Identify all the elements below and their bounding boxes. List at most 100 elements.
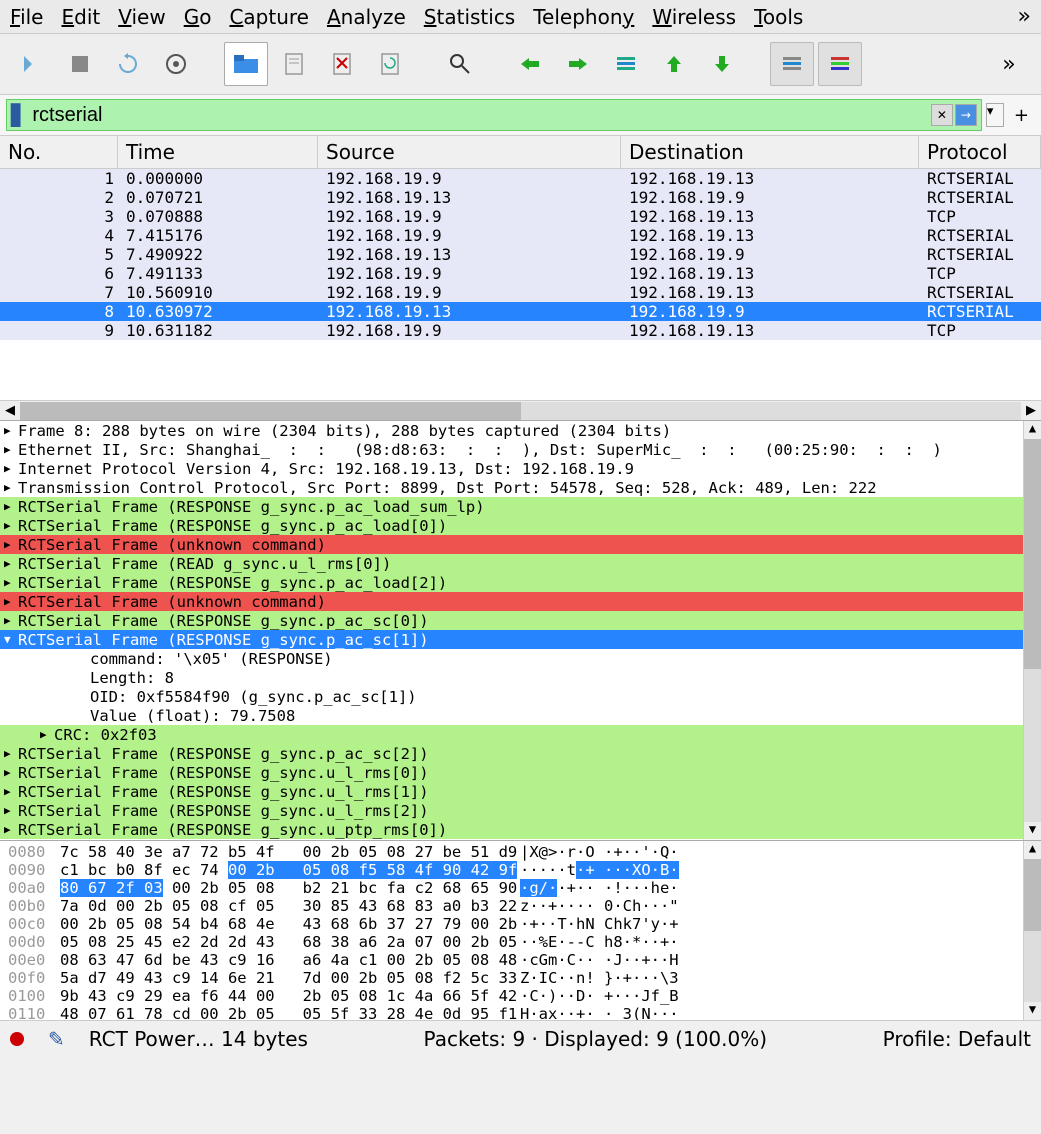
detail-row[interactable]: ▶RCTSerial Frame (RESPONSE g_sync.u_l_rm…	[0, 801, 1041, 820]
scroll-left-icon[interactable]: ◀	[0, 403, 20, 418]
detail-row[interactable]: ▶RCTSerial Frame (RESPONSE g_sync.u_ptp_…	[0, 820, 1041, 839]
expander-icon[interactable]: ▶	[4, 481, 18, 494]
menu-go[interactable]: Go	[184, 5, 212, 29]
col-time[interactable]: Time	[118, 136, 318, 168]
expander-icon[interactable]: ▶	[4, 424, 18, 437]
expander-icon[interactable]: ▶	[4, 557, 18, 570]
detail-row[interactable]: ▼RCTSerial Frame (RESPONSE g_sync.p_ac_s…	[0, 630, 1041, 649]
packet-row[interactable]: 20.070721192.168.19.13192.168.19.9RCTSER…	[0, 188, 1041, 207]
expander-icon[interactable]: ▶	[4, 576, 18, 589]
display-filter-field[interactable]: ▋ ✕ →	[6, 99, 982, 131]
hex-row[interactable]: 00d005 08 25 45 e2 2d 2d 43 68 38 a6 2a …	[0, 933, 1041, 951]
start-capture-icon[interactable]	[10, 42, 54, 86]
expander-icon[interactable]: ▶	[4, 804, 18, 817]
menu-analyze[interactable]: Analyze	[327, 5, 406, 29]
packet-row[interactable]: 47.415176192.168.19.9192.168.19.13RCTSER…	[0, 226, 1041, 245]
scroll-right-icon[interactable]: ▶	[1021, 403, 1041, 418]
go-to-packet-icon[interactable]	[604, 42, 648, 86]
hex-row[interactable]: 0090c1 bc b0 8f ec 74 00 2b 05 08 f5 58 …	[0, 861, 1041, 879]
detail-row[interactable]: ▶RCTSerial Frame (RESPONSE g_sync.p_ac_s…	[0, 744, 1041, 763]
hex-row[interactable]: 00c000 2b 05 08 54 b4 68 4e 43 68 6b 37 …	[0, 915, 1041, 933]
scroll-up-icon[interactable]: ▲	[1024, 841, 1041, 859]
menu-tools[interactable]: Tools	[754, 5, 803, 29]
col-protocol[interactable]: Protocol	[919, 136, 1041, 168]
packet-row[interactable]: 710.560910192.168.19.9192.168.19.13RCTSE…	[0, 283, 1041, 302]
packet-details-pane[interactable]: ▶Frame 8: 288 bytes on wire (2304 bits),…	[0, 421, 1041, 841]
bookmark-icon[interactable]: ▋	[11, 103, 26, 127]
detail-row[interactable]: ▶RCTSerial Frame (READ g_sync.u_l_rms[0]…	[0, 554, 1041, 573]
menu-capture[interactable]: Capture	[229, 5, 309, 29]
packet-list-body[interactable]: 10.000000192.168.19.9192.168.19.13RCTSER…	[0, 169, 1041, 340]
go-forward-icon[interactable]	[556, 42, 600, 86]
packet-row[interactable]: 67.491133192.168.19.9192.168.19.13TCP	[0, 264, 1041, 283]
hex-row[interactable]: 00f05a d7 49 43 c9 14 6e 21 7d 00 2b 05 …	[0, 969, 1041, 987]
expander-icon[interactable]: ▶	[4, 823, 18, 836]
menu-overflow-icon[interactable]: »	[1018, 4, 1031, 29]
save-file-icon[interactable]	[272, 42, 316, 86]
menu-statistics[interactable]: Statistics	[424, 5, 515, 29]
menu-file[interactable]: File	[10, 5, 43, 29]
packet-list-hscrollbar[interactable]: ◀ ▶	[0, 400, 1041, 420]
menu-view[interactable]: View	[118, 5, 165, 29]
hex-vscrollbar[interactable]: ▲ ▼	[1023, 841, 1041, 1020]
menu-edit[interactable]: Edit	[61, 5, 100, 29]
expander-icon[interactable]: ▶	[4, 766, 18, 779]
stop-capture-icon[interactable]	[58, 42, 102, 86]
detail-row[interactable]: ▶Ethernet II, Src: Shanghai_ : : (98:d8:…	[0, 440, 1041, 459]
expander-icon[interactable]: ▶	[4, 595, 18, 608]
detail-row[interactable]: command: '\x05' (RESPONSE)	[0, 649, 1041, 668]
scroll-up-icon[interactable]: ▲	[1024, 421, 1041, 439]
detail-row[interactable]: ▶CRC: 0x2f03	[0, 725, 1041, 744]
close-file-icon[interactable]	[320, 42, 364, 86]
detail-row[interactable]: Value (float): 79.7508	[0, 706, 1041, 725]
hex-row[interactable]: 00807c 58 40 3e a7 72 b5 4f 00 2b 05 08 …	[0, 843, 1041, 861]
scroll-down-icon[interactable]: ▼	[1024, 1002, 1041, 1020]
expert-info-icon[interactable]	[10, 1032, 24, 1046]
col-no[interactable]: No.	[0, 136, 118, 168]
packet-row[interactable]: 57.490922192.168.19.13192.168.19.9RCTSER…	[0, 245, 1041, 264]
scroll-down-icon[interactable]: ▼	[1024, 822, 1041, 840]
expander-icon[interactable]: ▶	[4, 538, 18, 551]
packet-row[interactable]: 30.070888192.168.19.9192.168.19.13TCP	[0, 207, 1041, 226]
packet-row[interactable]: 10.000000192.168.19.9192.168.19.13RCTSER…	[0, 169, 1041, 188]
expander-icon[interactable]: ▶	[4, 747, 18, 760]
col-source[interactable]: Source	[318, 136, 621, 168]
packet-row[interactable]: 810.630972192.168.19.13192.168.19.9RCTSE…	[0, 302, 1041, 321]
go-last-icon[interactable]	[700, 42, 744, 86]
detail-row[interactable]: ▶RCTSerial Frame (RESPONSE g_sync.p_ac_l…	[0, 573, 1041, 592]
hscroll-thumb[interactable]	[20, 402, 521, 420]
filter-history-icon[interactable]: ▾	[986, 103, 1004, 127]
packet-row[interactable]: 910.631182192.168.19.9192.168.19.13TCP	[0, 321, 1041, 340]
packet-bytes-pane[interactable]: 00807c 58 40 3e a7 72 b5 4f 00 2b 05 08 …	[0, 841, 1041, 1021]
hex-row[interactable]: 00e008 63 47 6d be 43 c9 16 a6 4a c1 00 …	[0, 951, 1041, 969]
detail-row[interactable]: ▶RCTSerial Frame (RESPONSE g_sync.u_l_rm…	[0, 763, 1041, 782]
display-filter-input[interactable]	[30, 103, 931, 128]
detail-row[interactable]: OID: 0xf5584f90 (g_sync.p_ac_sc[1])	[0, 687, 1041, 706]
colorize-icon[interactable]	[818, 42, 862, 86]
expander-icon[interactable]: ▶	[40, 728, 54, 741]
hex-row[interactable]: 01009b 43 c9 29 ea f6 44 00 2b 05 08 1c …	[0, 987, 1041, 1005]
detail-row[interactable]: ▶RCTSerial Frame (RESPONSE g_sync.p_ac_l…	[0, 497, 1041, 516]
capture-options-icon[interactable]	[154, 42, 198, 86]
go-back-icon[interactable]	[508, 42, 552, 86]
vscroll-thumb[interactable]	[1024, 439, 1041, 669]
expander-icon[interactable]: ▶	[4, 785, 18, 798]
add-filter-button[interactable]: +	[1008, 105, 1035, 126]
detail-row[interactable]: ▶Internet Protocol Version 4, Src: 192.1…	[0, 459, 1041, 478]
detail-row[interactable]: ▶RCTSerial Frame (RESPONSE g_sync.u_l_rm…	[0, 782, 1041, 801]
detail-row[interactable]: ▶Frame 8: 288 bytes on wire (2304 bits),…	[0, 421, 1041, 440]
restart-capture-icon[interactable]	[106, 42, 150, 86]
toolbar-overflow-icon[interactable]: »	[987, 52, 1031, 77]
status-profile[interactable]: Profile: Default	[883, 1027, 1031, 1051]
expander-icon[interactable]: ▶	[4, 443, 18, 456]
reload-file-icon[interactable]	[368, 42, 412, 86]
detail-row[interactable]: ▶RCTSerial Frame (RESPONSE g_sync.p_ac_s…	[0, 611, 1041, 630]
auto-scroll-icon[interactable]	[770, 42, 814, 86]
apply-filter-icon[interactable]: →	[955, 104, 977, 126]
detail-row[interactable]: ▶Transmission Control Protocol, Src Port…	[0, 478, 1041, 497]
hex-row[interactable]: 011048 07 61 78 cd 00 2b 05 05 5f 33 28 …	[0, 1005, 1041, 1021]
clear-filter-icon[interactable]: ✕	[931, 104, 953, 126]
expander-icon[interactable]: ▶	[4, 614, 18, 627]
detail-row[interactable]: ▶RCTSerial Frame (unknown command)	[0, 535, 1041, 554]
menu-wireless[interactable]: Wireless	[652, 5, 736, 29]
